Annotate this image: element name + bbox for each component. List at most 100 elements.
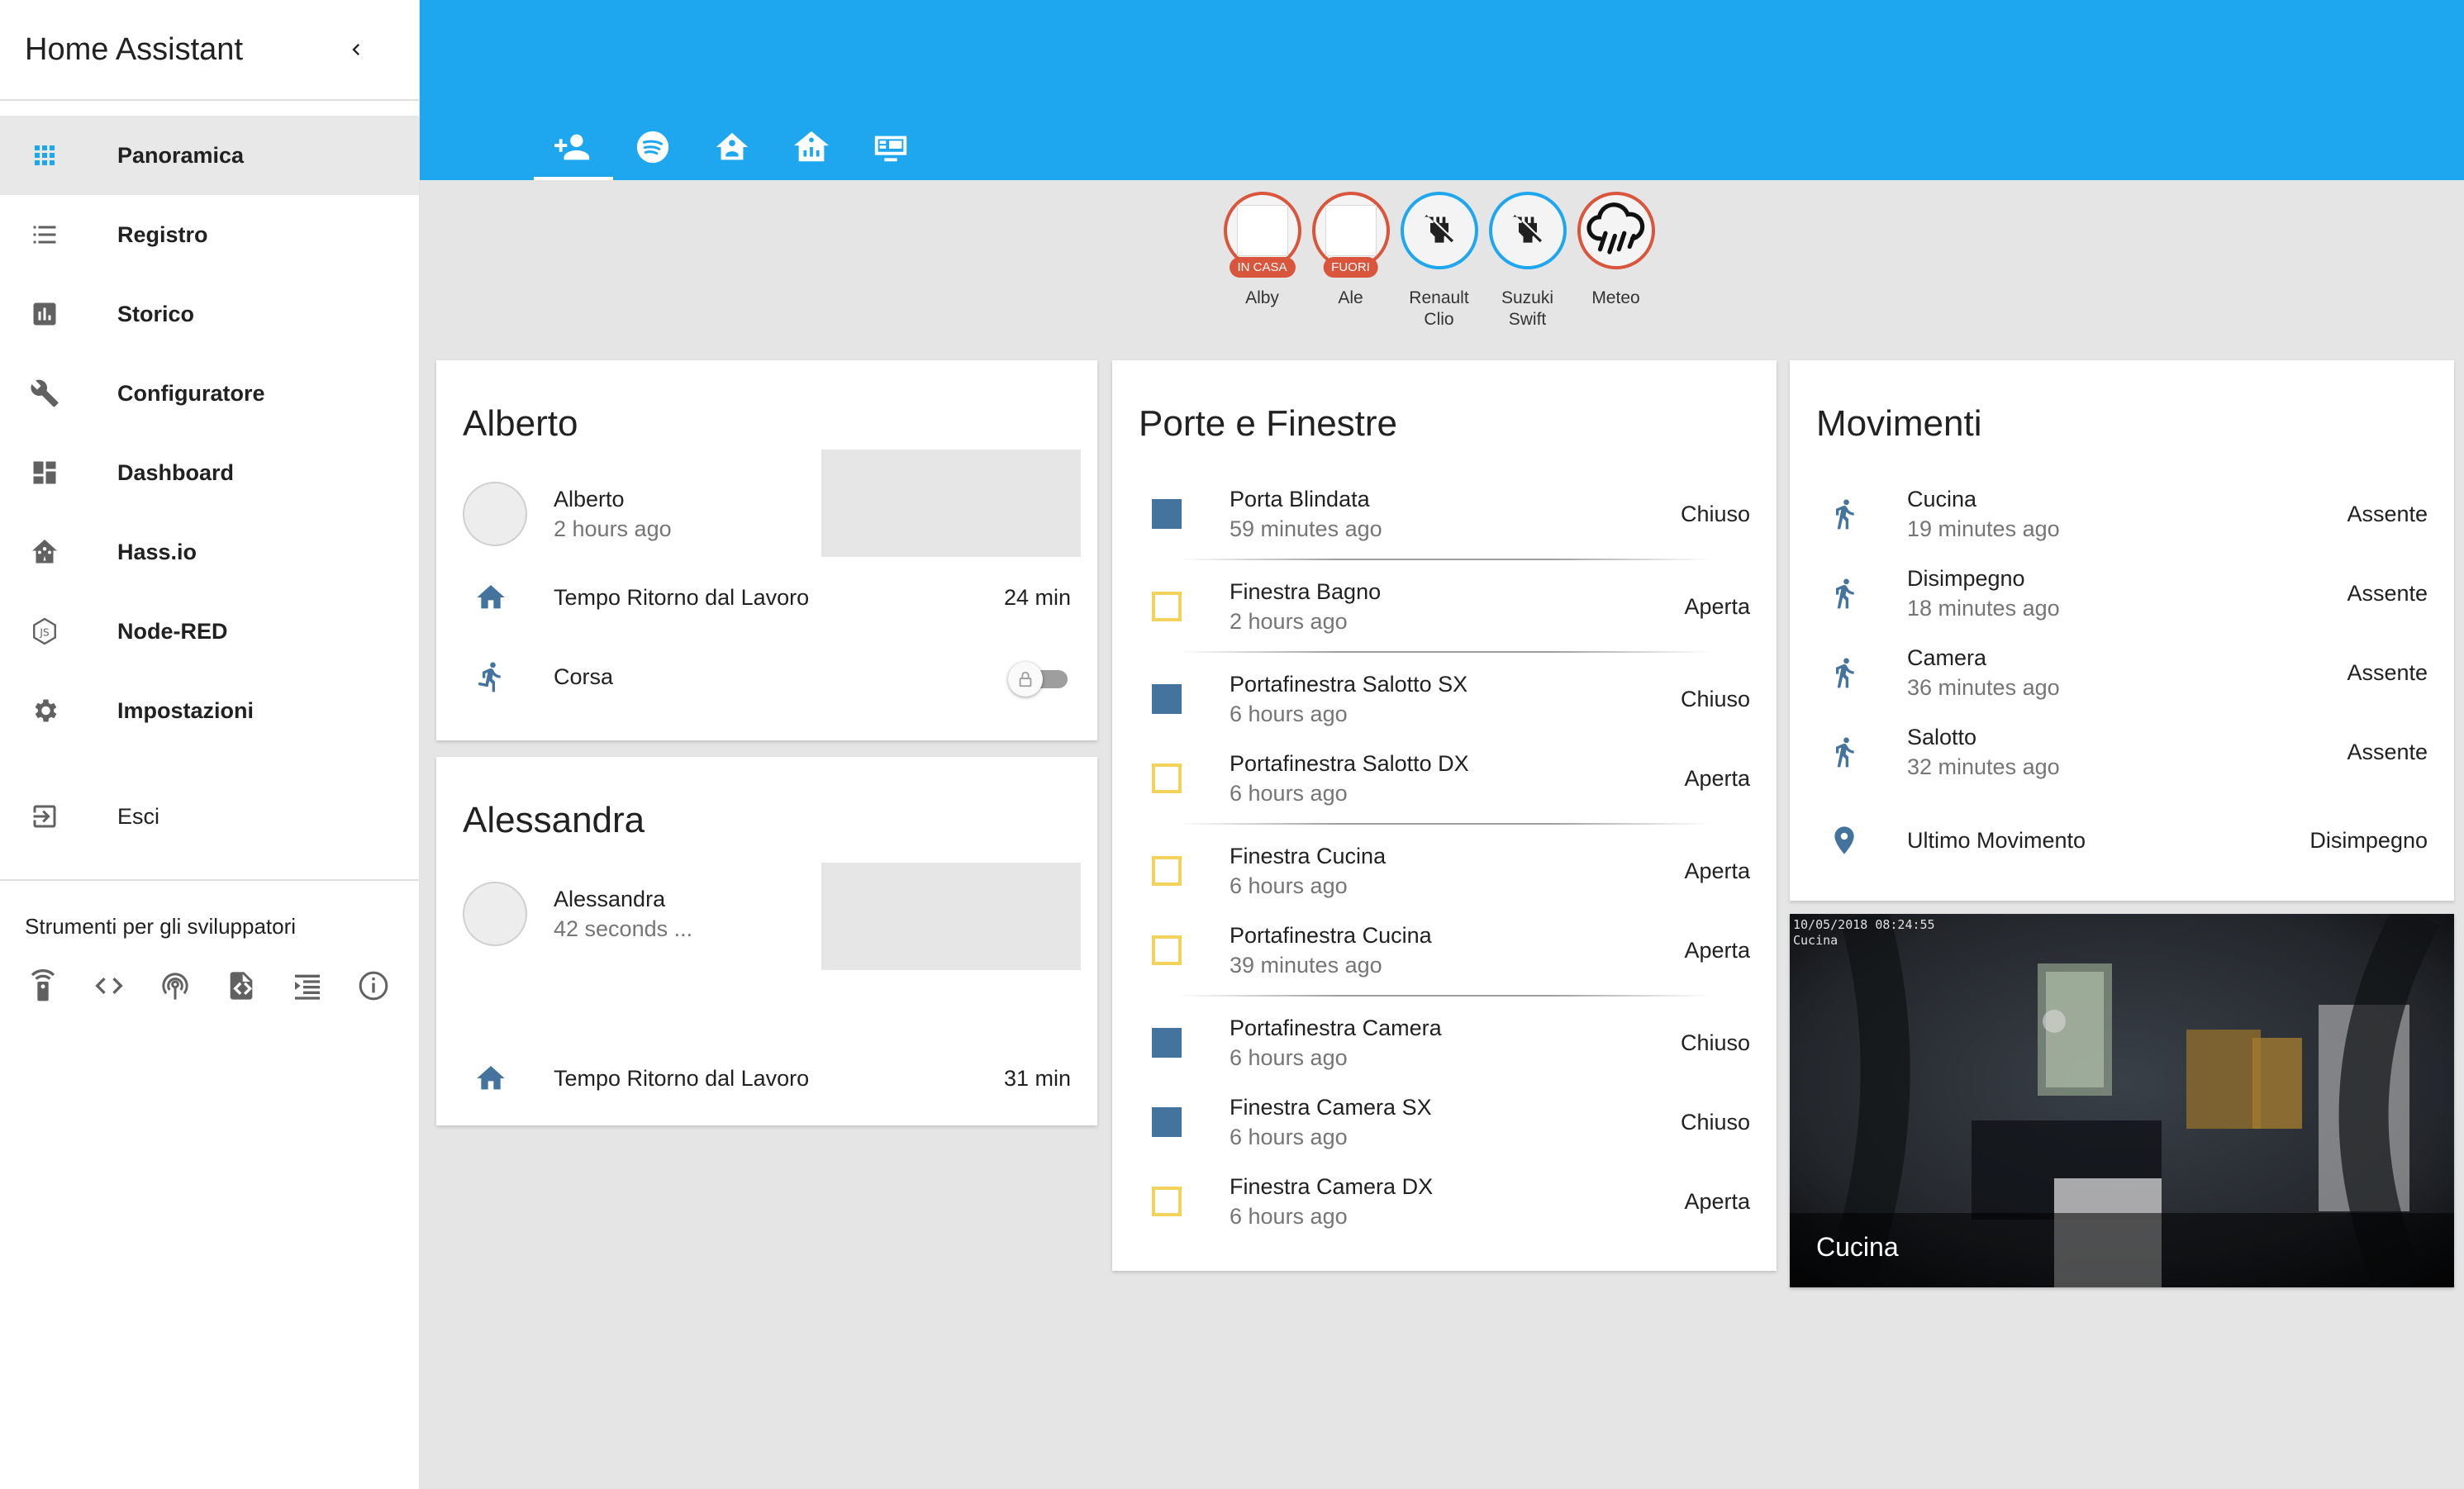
row-name: Ultimo Movimento (1907, 827, 2086, 853)
sidebar-item-label: Configuratore (117, 380, 265, 406)
card-title: Alberto (463, 403, 578, 444)
status-badge: IN CASA (1229, 257, 1296, 278)
tab-spotify[interactable] (613, 114, 692, 180)
hassio-icon (26, 534, 63, 570)
commute-row[interactable]: Tempo Ritorno dal Lavoro 31 min (436, 1058, 1097, 1099)
broadcast-icon[interactable] (157, 968, 193, 1004)
row-name: Alberto (554, 487, 625, 511)
collapse-sidebar-button[interactable] (340, 33, 373, 66)
row-value: Aperta (1684, 593, 1750, 619)
list-item[interactable]: Disimpegno 18 minutes ago Assente (1790, 560, 2454, 626)
info-icon[interactable] (355, 968, 392, 1004)
svg-text:JS: JS (39, 626, 49, 638)
person-row[interactable]: Alessandra 42 seconds ... (436, 881, 1097, 947)
tab-display[interactable] (851, 114, 930, 180)
toggle-knob (1008, 662, 1043, 697)
sidebar-item-impostazioni[interactable]: Impostazioni (0, 671, 419, 750)
dev-tools-title: Strumenti per gli sviluppatori (25, 914, 297, 939)
badge-label: Meteo (1591, 288, 1640, 307)
row-text: Salotto 32 minutes ago (1907, 722, 2060, 782)
row-value: Chiuso (1680, 1030, 1750, 1055)
spotify-icon (636, 131, 669, 164)
badge-ale[interactable]: FUORI Ale (1306, 192, 1395, 331)
sidebar-item-label: Impostazioni (117, 697, 254, 723)
list-item[interactable]: Finestra Bagno 2 hours ago Aperta (1112, 573, 1777, 640)
square-closed-icon (1149, 1104, 1185, 1140)
code-icon[interactable] (91, 968, 127, 1004)
list-item[interactable]: Portafinestra Camera 6 hours ago Chiuso (1112, 1010, 1777, 1076)
row-sub: 6 hours ago (1230, 702, 1348, 726)
row-name: Disimpegno (1907, 566, 2025, 591)
remote-icon[interactable] (25, 968, 61, 1004)
badge-circle (1400, 192, 1478, 269)
chevron-left-icon (352, 44, 359, 55)
list-item[interactable]: Portafinestra Salotto SX 6 hours ago Chius… (1112, 666, 1777, 732)
logout-icon (26, 798, 63, 835)
row-value: Assente (2347, 501, 2428, 526)
sidebar-item-storico[interactable]: Storico (0, 274, 419, 354)
tab-home[interactable] (692, 114, 772, 180)
list-item[interactable]: Camera 36 minutes ago Assente (1790, 640, 2454, 706)
card-movimenti: Movimenti Ultimo Movimento Disimpegno Cu… (1790, 360, 2454, 901)
template-icon[interactable] (289, 968, 326, 1004)
corsa-toggle[interactable] (1008, 660, 1071, 697)
row-text: Finestra Camera DX 6 hours ago (1230, 1172, 1433, 1231)
sidebar-item-esci[interactable]: Esci (0, 777, 419, 856)
sidebar-item-label: Hass.io (117, 539, 197, 564)
camera-timestamp: 10/05/2018 08:24:55 Cucina (1793, 917, 1935, 949)
row-value: 24 min (1003, 584, 1071, 610)
tab-people[interactable] (534, 114, 613, 180)
badge-circle: IN CASA (1223, 192, 1301, 278)
avatar (1236, 205, 1288, 256)
row-name: Alessandra (554, 887, 666, 911)
list-item[interactable]: Finestra Camera DX 6 hours ago Aperta (1112, 1168, 1777, 1234)
sidebar-item-dashboard[interactable]: Dashboard (0, 433, 419, 512)
status-badge: FUORI (1323, 257, 1378, 278)
row-name: Portafinestra Salotto DX (1230, 751, 1469, 776)
row-name: Portafinestra Cucina (1230, 923, 1432, 948)
home-account-icon (716, 132, 749, 160)
person-row[interactable]: Alberto 2 hours ago (436, 481, 1097, 547)
sidebar-item-node-red[interactable]: JS Node-RED (0, 592, 419, 671)
run-icon (473, 659, 509, 695)
list-item[interactable]: Finestra Cucina 6 hours ago Aperta (1112, 838, 1777, 904)
sidebar-item-configuratore[interactable]: Configuratore (0, 354, 419, 433)
home-group-icon (793, 131, 830, 162)
badge-alby[interactable]: IN CASA Alby (1218, 192, 1306, 331)
sidebar-item-panoramica[interactable]: Panoramica (0, 116, 419, 195)
group-divider (1178, 995, 1710, 997)
square-open-icon (1149, 1183, 1185, 1220)
sidebar-item-registro[interactable]: Registro (0, 195, 419, 274)
list-item[interactable]: Cucina 19 minutes ago Assente (1790, 481, 2454, 547)
list-item[interactable]: Porta Blindata 59 minutes ago Chiuso (1112, 481, 1777, 547)
badge-suzuki-swift[interactable]: Suzuki Swift (1483, 192, 1572, 331)
badge-label: Renault Clio (1409, 288, 1469, 329)
people-icon (554, 134, 590, 160)
camera-cucina[interactable]: 10/05/2018 08:24:55 Cucina Cucina (1790, 914, 2454, 1287)
app-title: Home Assistant (25, 31, 243, 67)
group-divider (1178, 651, 1710, 653)
list-item[interactable]: Portafinestra Salotto DX 6 hours ago Apert… (1112, 745, 1777, 811)
row-sub: 6 hours ago (1230, 781, 1348, 806)
power-plug-off-icon (1512, 215, 1542, 243)
list-item[interactable]: Finestra Camera SX 6 hours ago Chiuso (1112, 1089, 1777, 1155)
row-name: Finestra Bagno (1230, 579, 1382, 604)
row-value: Chiuso (1680, 1109, 1750, 1135)
list-item[interactable]: Portafinestra Cucina 39 minutes ago Aperta (1112, 917, 1777, 983)
row-text: Finestra Cucina 6 hours ago (1230, 841, 1386, 901)
sidebar-item-hassio[interactable]: Hass.io (0, 512, 419, 592)
list-item[interactable]: Salotto 32 minutes ago Assente (1790, 719, 2454, 785)
row-text: Alessandra 42 seconds ... (554, 884, 692, 944)
sidebar-item-label: Registro (117, 221, 208, 247)
camera-timestamp-label: Cucina (1793, 933, 1838, 948)
card-title: Movimenti (1816, 403, 1982, 444)
gear-icon (26, 692, 63, 729)
tab-rooms[interactable] (772, 114, 851, 180)
last-motion-row[interactable]: Ultimo Movimento Disimpegno (1790, 820, 2454, 861)
card-title: Porte e Finestre (1139, 403, 1398, 444)
dev-tools (0, 940, 419, 1004)
commute-row[interactable]: Tempo Ritorno dal Lavoro 24 min (436, 577, 1097, 618)
file-code-icon[interactable] (223, 968, 259, 1004)
badge-meteo[interactable]: Meteo (1572, 192, 1660, 331)
badge-renault-clio[interactable]: Renault Clio (1395, 192, 1483, 331)
